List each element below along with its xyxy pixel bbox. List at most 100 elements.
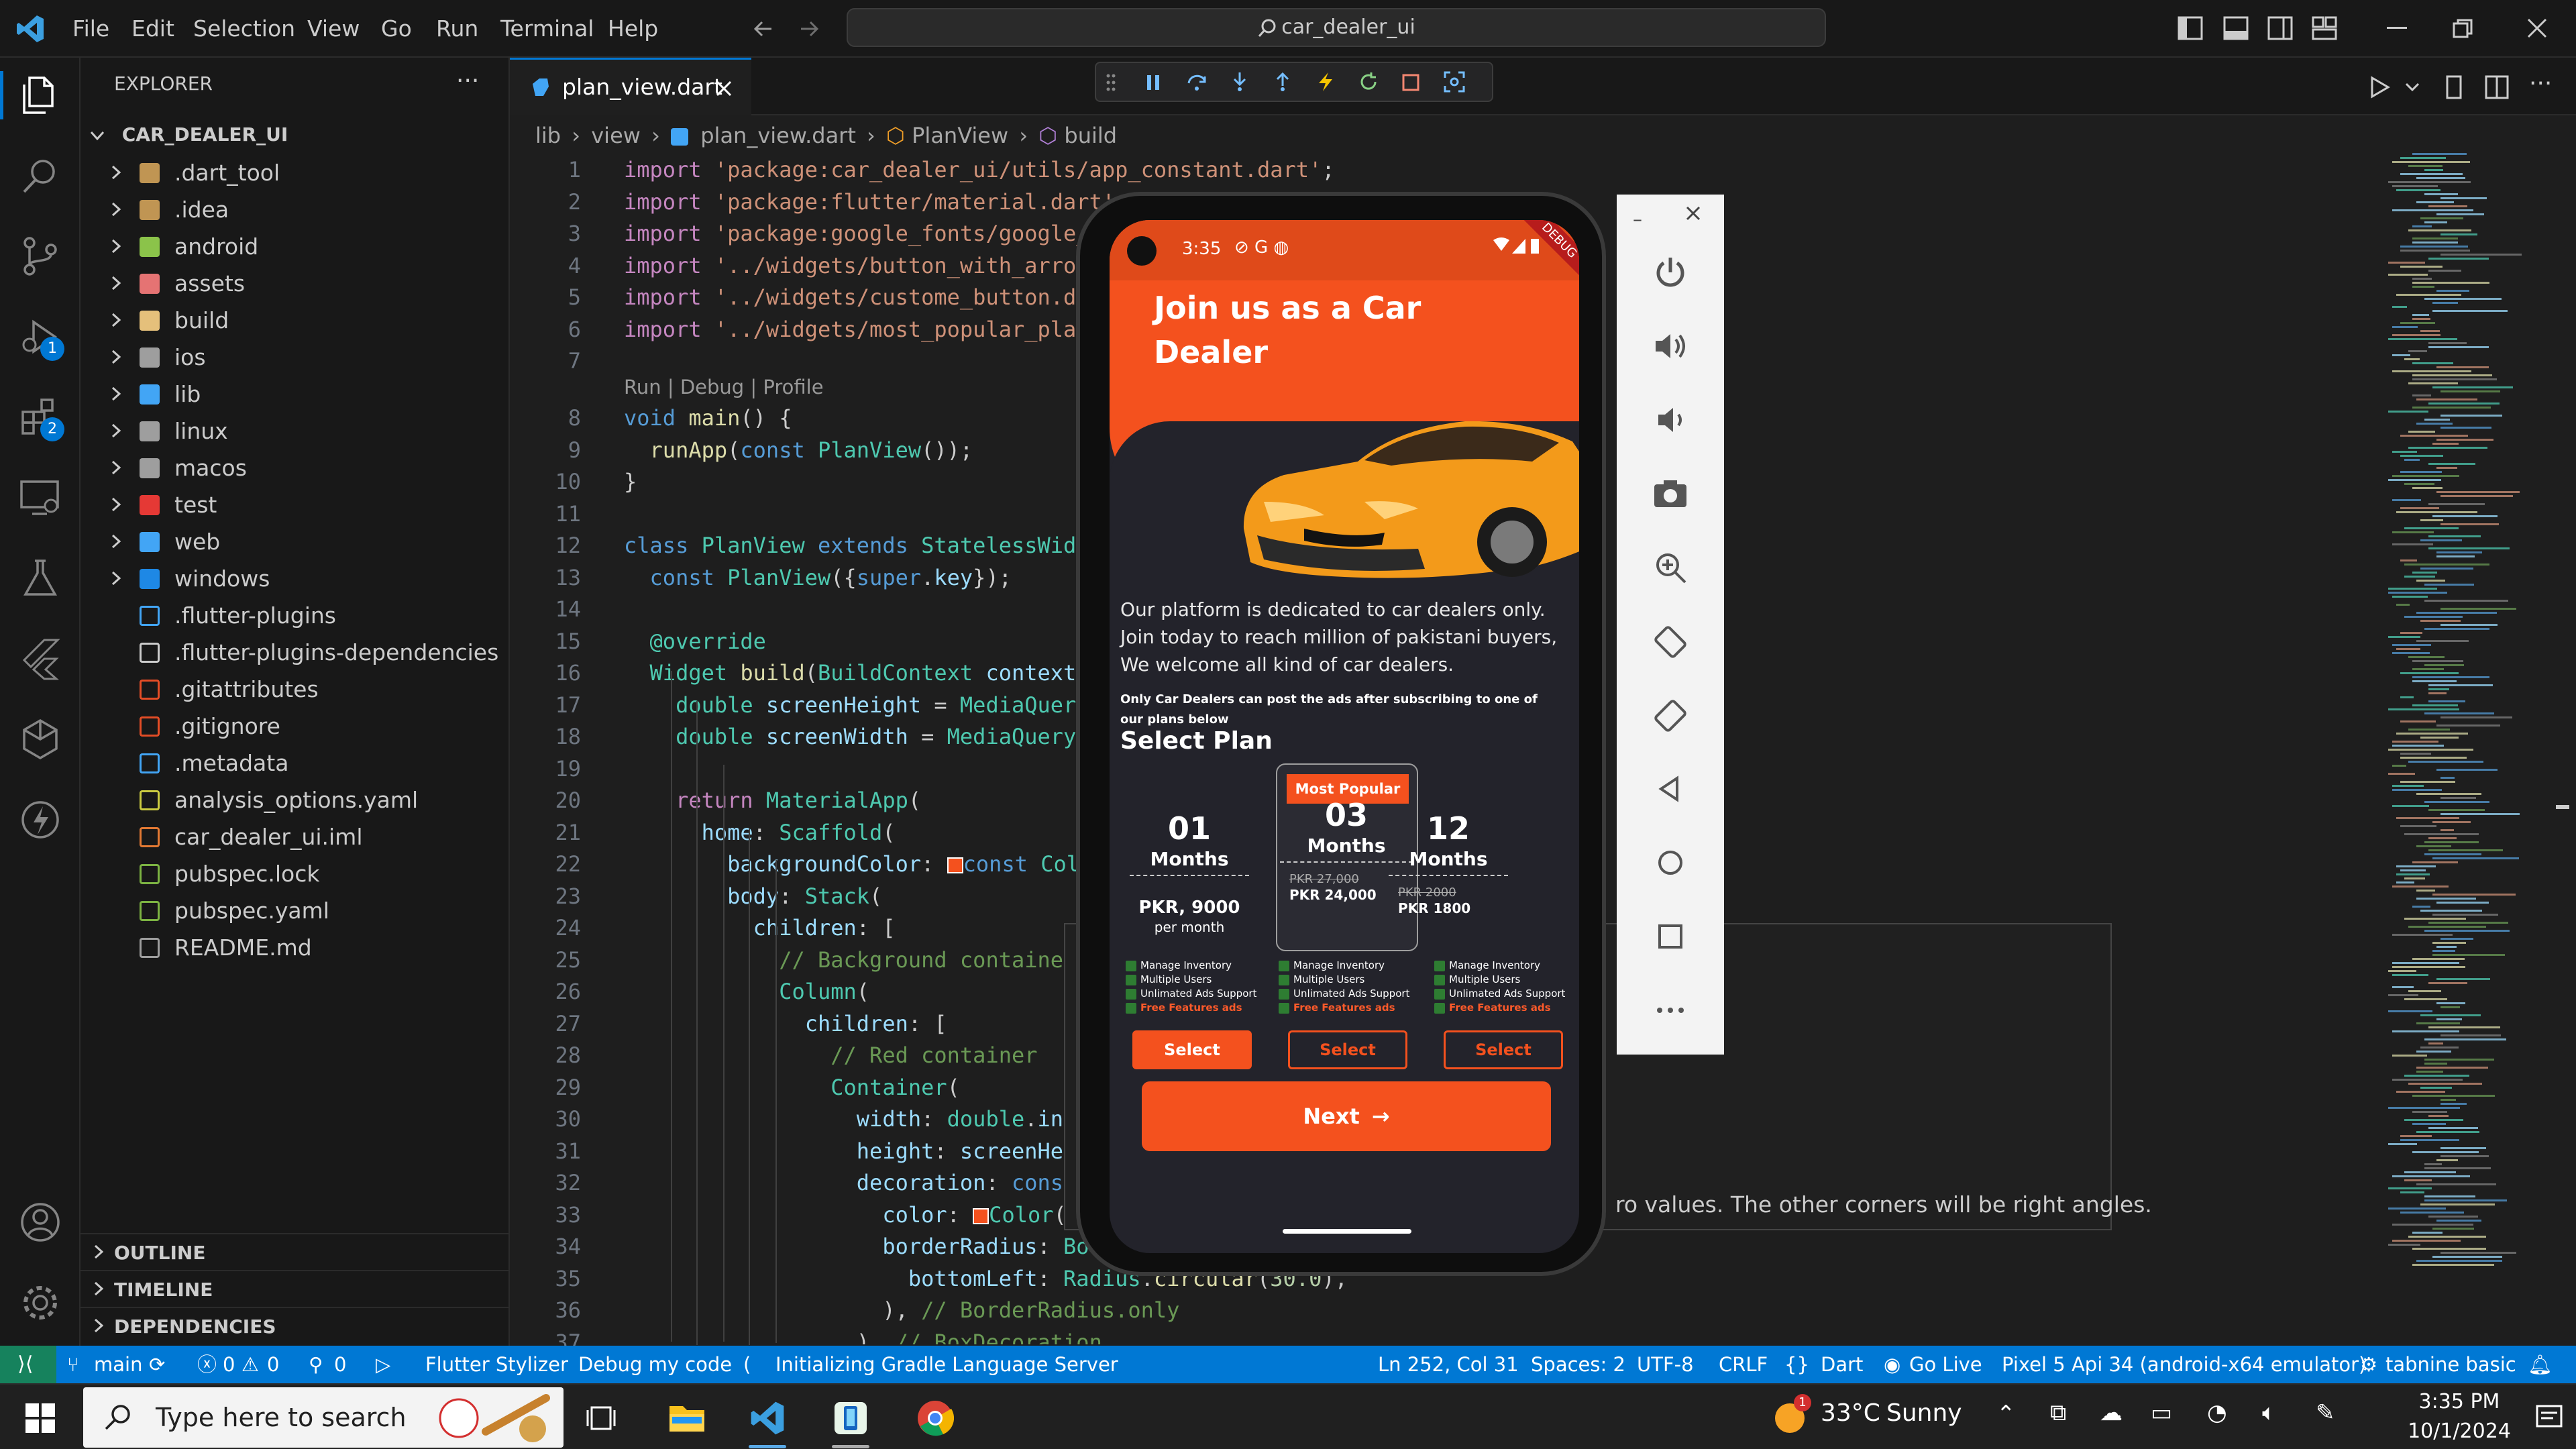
step-out-icon[interactable] [1272,71,1293,93]
run-python-icon[interactable] [2368,75,2395,99]
inspect-widget-icon[interactable] [1444,71,1465,93]
action-center-icon[interactable] [2534,1402,2565,1433]
hot-reload-icon[interactable] [1315,71,1336,93]
next-button[interactable]: Next → [1142,1081,1551,1151]
dependencies-section[interactable]: DEPENDENCIES [80,1307,510,1344]
step-over-icon[interactable] [1186,71,1208,93]
folder-item[interactable]: android [80,228,510,265]
file-item[interactable]: .gitignore [80,708,510,745]
onedrive-cloud-icon[interactable]: ☁ [2100,1399,2123,1426]
menu-edit[interactable]: Edit [131,0,174,58]
taskbar-search-input[interactable]: Type here to search [83,1387,564,1448]
testing-icon[interactable] [17,555,63,601]
rotate-right-icon[interactable] [1649,694,1692,737]
menu-selection[interactable]: Selection [193,0,295,58]
notifications-bell-icon[interactable]: 🔔︎ [2528,1346,2553,1383]
menu-help[interactable]: Help [608,0,658,58]
emulator-screen[interactable]: 3:35 ⊘ G ◍ DEBUG Join us as a Car Dealer… [1110,220,1579,1253]
file-item[interactable]: README.md [80,929,510,966]
lightning-icon[interactable] [17,797,63,843]
remote-indicator[interactable]: ⟩⟨ [0,1346,56,1383]
more-options-icon[interactable] [1649,989,1692,1032]
indentation[interactable]: Spaces: 2 [1531,1346,1625,1383]
folder-item[interactable]: build [80,302,510,339]
menu-terminal[interactable]: Terminal [500,0,594,58]
task-view-icon[interactable] [586,1403,616,1433]
close-tab-icon[interactable] [715,80,733,97]
minimize-icon[interactable]: – [1633,208,1642,230]
power-icon[interactable] [1649,251,1692,294]
folder-item[interactable]: .idea [80,191,510,228]
branch-name[interactable]: main [94,1346,142,1383]
menu-view[interactable]: View [307,0,360,58]
folder-item[interactable]: lib [80,376,510,413]
customize-layout-icon[interactable] [2312,16,2337,40]
source-control-icon[interactable] [17,233,63,279]
debug-my-code[interactable]: Debug my code [578,1346,732,1383]
weather-temp[interactable]: 33°C [1821,1399,1880,1427]
folder-item[interactable]: ios [80,339,510,376]
containers-icon[interactable] [17,716,63,762]
more-actions-icon[interactable]: ··· [456,67,479,95]
tab-plan-view-dart[interactable]: plan_view.dart [510,58,751,115]
folder-item[interactable]: test [80,486,510,523]
sync-icon[interactable]: ⟳ [149,1346,165,1383]
menu-run[interactable]: Run [436,0,478,58]
windows-start-icon[interactable] [25,1403,55,1433]
select-plan-button[interactable]: Select [1444,1030,1563,1069]
file-item[interactable]: car_dealer_ui.iml [80,818,510,855]
select-plan-button[interactable]: Select [1288,1030,1407,1069]
toggle-sidebar-icon[interactable] [2178,16,2203,40]
rotate-left-icon[interactable] [1649,620,1692,663]
toggle-secondary-sidebar-icon[interactable] [2267,16,2293,40]
pause-icon[interactable] [1143,72,1163,93]
more-actions-icon[interactable]: ··· [2529,70,2552,97]
timeline-section[interactable]: TIMELINE [80,1270,510,1307]
search-icon[interactable] [17,153,63,199]
drag-handle-icon[interactable] [1106,72,1116,93]
settings-gear-icon[interactable] [17,1280,63,1326]
volume-down-icon[interactable] [1649,398,1692,441]
warning-count[interactable]: 0 [267,1346,279,1383]
file-item[interactable]: pubspec.yaml [80,892,510,929]
cursor-position[interactable]: Ln 252, Col 31 [1378,1346,1519,1383]
zoom-icon[interactable] [1649,546,1692,589]
device-selector[interactable]: Pixel 5 Api 34 (android-x64 emulator) [2002,1346,2366,1383]
account-icon[interactable] [17,1199,63,1245]
project-root[interactable]: CAR_DEALER_UI [89,119,504,150]
run-debug-icon[interactable]: 1 [17,314,64,361]
codelens-run-debug[interactable]: Run | Debug | Profile [624,376,824,398]
outline-section[interactable]: OUTLINE [80,1233,510,1270]
language-mode[interactable]: Dart [1821,1346,1863,1383]
breadcrumb-method[interactable]: build [1064,123,1117,148]
select-plan-button[interactable]: Select [1132,1030,1252,1069]
step-into-icon[interactable] [1229,71,1250,93]
meet-now-icon[interactable]: ⧉ [2050,1399,2066,1426]
file-item[interactable]: .flutter-plugins [80,597,510,634]
split-editor-icon[interactable] [2485,75,2509,99]
extensions-icon[interactable]: 2 [17,394,64,441]
file-item[interactable]: .flutter-plugins-dependencies [80,634,510,671]
toggle-panel-icon[interactable] [2223,16,2249,40]
folder-item[interactable]: web [80,523,510,560]
pen-icon[interactable]: ✎ [2316,1399,2335,1426]
weather-desc[interactable]: Sunny [1886,1399,1962,1427]
home-circle-icon[interactable] [1649,841,1692,884]
overview-square-icon[interactable] [1649,915,1692,958]
close-icon[interactable] [1685,205,1701,221]
volume-up-icon[interactable] [1649,325,1692,368]
go-live[interactable]: Go Live [1909,1346,1982,1383]
file-item[interactable]: .gitattributes [80,671,510,708]
folder-item[interactable]: assets [80,265,510,302]
minimap[interactable] [2388,153,2563,1267]
back-triangle-icon[interactable] [1649,767,1692,810]
file-explorer-icon[interactable] [668,1401,706,1434]
folder-item[interactable]: macos [80,449,510,486]
breadcrumb-view[interactable]: view [591,123,641,148]
battery-icon[interactable]: ▭ [2151,1399,2172,1426]
chevron-down-icon[interactable] [2404,80,2420,94]
close-window-icon[interactable] [2526,17,2548,39]
clock-time[interactable]: 3:35 PM [2399,1390,2520,1413]
vscode-taskbar-icon[interactable] [749,1399,786,1437]
file-item[interactable]: .metadata [80,745,510,782]
